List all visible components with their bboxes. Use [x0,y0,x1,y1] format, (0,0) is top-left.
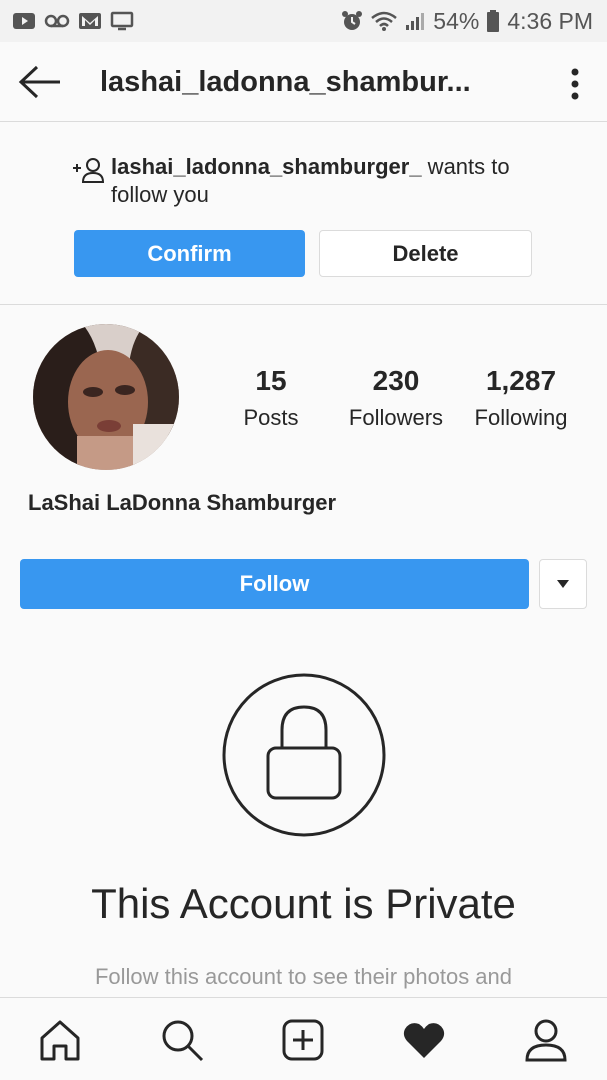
status-bar: 54% 4:36 PM [0,0,607,42]
battery-percent: 54% [433,7,480,34]
activity-heart-icon [403,1023,445,1058]
lock-icon [222,673,386,837]
add-post-icon [282,1019,324,1061]
nav-search[interactable] [160,1018,204,1062]
delete-button[interactable]: Delete [319,230,532,277]
bottom-nav [0,997,607,1080]
following-label: Following [474,405,568,430]
more-vertical-icon [571,68,579,100]
profile-icon [525,1019,567,1062]
clock: 4:36 PM [507,7,593,34]
follow-request-text: lashai_ladonna_shamburger_ wants to foll… [111,153,551,209]
back-button[interactable] [18,64,62,100]
posts-count: 15 [255,365,287,396]
gmail-icon [79,13,101,29]
caret-down-icon [557,580,569,588]
home-icon [40,1020,80,1061]
profile-header: lashai_ladonna_shambur... [0,42,607,122]
followers-label: Followers [348,405,444,430]
suggested-dropdown-button[interactable] [539,559,587,609]
cast-screen-icon [110,11,134,31]
following-stat[interactable]: 1,287 Following [468,364,574,438]
followers-count: 230 [372,365,420,396]
private-account-subtitle: Follow this account to see their photos … [94,964,513,989]
battery-icon [487,10,500,32]
posts-label: Posts [243,405,299,430]
confirm-button[interactable]: Confirm [74,230,305,277]
nav-new-post[interactable] [281,1018,325,1062]
wifi-icon [371,11,398,31]
voicemail-icon [44,14,70,28]
request-username[interactable]: lashai_ladonna_shamburger_ [111,154,422,179]
follow-button[interactable]: Follow [20,559,529,609]
followers-stat[interactable]: 230 Followers [340,364,452,438]
nav-activity[interactable] [402,1018,446,1062]
youtube-icon [13,13,35,29]
follow-request-banner: lashai_ladonna_shamburger_ wants to foll… [0,123,607,305]
profile-stats: 15 Posts 230 Followers 1,287 Following [0,364,607,444]
alarm-icon [342,11,363,30]
status-notifications [12,11,134,31]
posts-stat[interactable]: 15 Posts [230,364,312,438]
nav-profile[interactable] [524,1018,568,1062]
private-account-title: This Account is Private [91,880,516,927]
arrow-left-icon [18,65,60,99]
signal-icon [406,13,425,30]
add-user-icon [73,158,105,183]
page-title: lashai_ladonna_shambur... [100,66,471,98]
search-icon [162,1020,204,1062]
status-system: 54% 4:36 PM [341,8,593,35]
following-count: 1,287 [485,365,557,396]
nav-home[interactable] [38,1018,82,1062]
more-options-button[interactable] [560,64,590,104]
profile-full-name: LaShai LaDonna Shamburger [28,490,337,515]
